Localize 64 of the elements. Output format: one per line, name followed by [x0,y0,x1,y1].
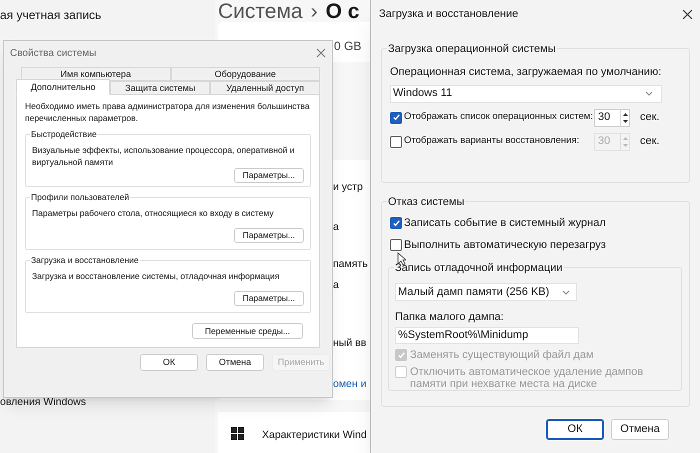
tab[interactable]: Защита системы [110,81,210,95]
checkbox[interactable] [390,239,402,251]
dialog-button[interactable]: ОК [546,419,604,440]
tab[interactable]: Имя компьютера [21,67,170,81]
dialog-button[interactable]: Отмена [206,354,264,371]
unit-label: сек. [640,134,660,150]
checkbox-label[interactable]: Записать событие в системный журнал [390,216,606,230]
settings-button[interactable]: Параметры... [234,228,304,243]
group-description: Загрузка и восстановление системы, отладочная информация [32,270,280,282]
page-title: Система [218,0,303,24]
group-title: Быстродействие [30,128,98,141]
group-title: Загрузка и восстановление [30,254,140,267]
number-spinner[interactable]: 30 [594,108,630,126]
unit-label: сек. [640,110,660,126]
tab[interactable]: Удаленный доступ [210,81,320,95]
sidebar-item[interactable]: овления Windows [0,395,86,411]
tab[interactable]: Оборудование [170,67,320,81]
link[interactable]: омен и [333,377,366,393]
dump-type-dropdown[interactable]: Малый дамп памяти (256 KB) [395,283,577,301]
settings-button[interactable]: Параметры... [234,291,304,306]
folder-input[interactable]: %SystemRoot%\Minidump [395,326,579,344]
windows-logo-icon [231,427,245,441]
field-label: Операционная система, загружаемая по умолчанию: [390,65,662,80]
checkmark-icon [396,350,406,360]
group-description: Визуальные эффекты, использование процессора, оперативной и виртуальной памяти [32,144,296,168]
setting-label: а [333,278,339,293]
checkbox-label[interactable]: Отображать варианты восстановления: [390,134,592,149]
dialog-button[interactable]: Отмена [611,419,669,440]
checkbox-label[interactable]: Отображать список операционных систем: [390,110,592,125]
checkbox[interactable] [390,136,402,148]
setting-label: ный вв [333,336,366,351]
close-icon[interactable] [682,8,693,20]
environment-variables-button[interactable]: Переменные среды... [192,323,303,339]
window-title: Свойства системы [10,46,96,60]
field-label: Папка малого дампа: [395,310,505,325]
group-title: Запись отладочной информации [394,260,564,276]
group-title: Профили пользователей [30,191,130,204]
number-spinner: 30 [594,132,630,150]
checkbox-label: Заменять существующий файл дам [395,349,675,361]
checkbox-label[interactable]: Выполнить автоматическую перезагруз [390,238,606,252]
checkmark-icon [392,113,400,122]
chevron-down-icon [562,290,570,294]
setting-label: а [333,220,339,235]
checkbox[interactable] [390,112,402,124]
group-description: Параметры рабочего стола, относящиеся ко входу в систему [32,207,275,219]
spinner-arrows-icon[interactable] [620,110,629,126]
setting-label: и устр [333,180,363,195]
window-title: Загрузка и восстановление [379,6,518,22]
storage-text: 0 GB [334,38,362,55]
checkbox-label: Отключить автоматическое удаление дампов памяти при нехватке места на диске [395,366,675,390]
intro-text: Необходимо иметь права администратора для изменения большинства перечисленных параметров. [25,100,311,124]
settings-button[interactable]: Параметры... [234,168,304,183]
checkmark-icon [392,218,400,228]
os-dropdown[interactable]: Windows 11 [390,84,662,102]
tab[interactable]: Дополнительно [16,79,110,95]
group-title: Загрузка операционной системы [387,41,557,58]
page-title: О с [326,0,360,24]
sidebar-item[interactable]: ая учетная запись [0,6,102,24]
setting-label: память [333,257,368,272]
dialog-button[interactable]: ОК [140,354,198,371]
section-title[interactable]: Характеристики Wind [262,428,367,444]
checkbox[interactable] [390,217,402,229]
page-title: › [310,0,318,24]
chevron-down-icon [645,91,653,96]
